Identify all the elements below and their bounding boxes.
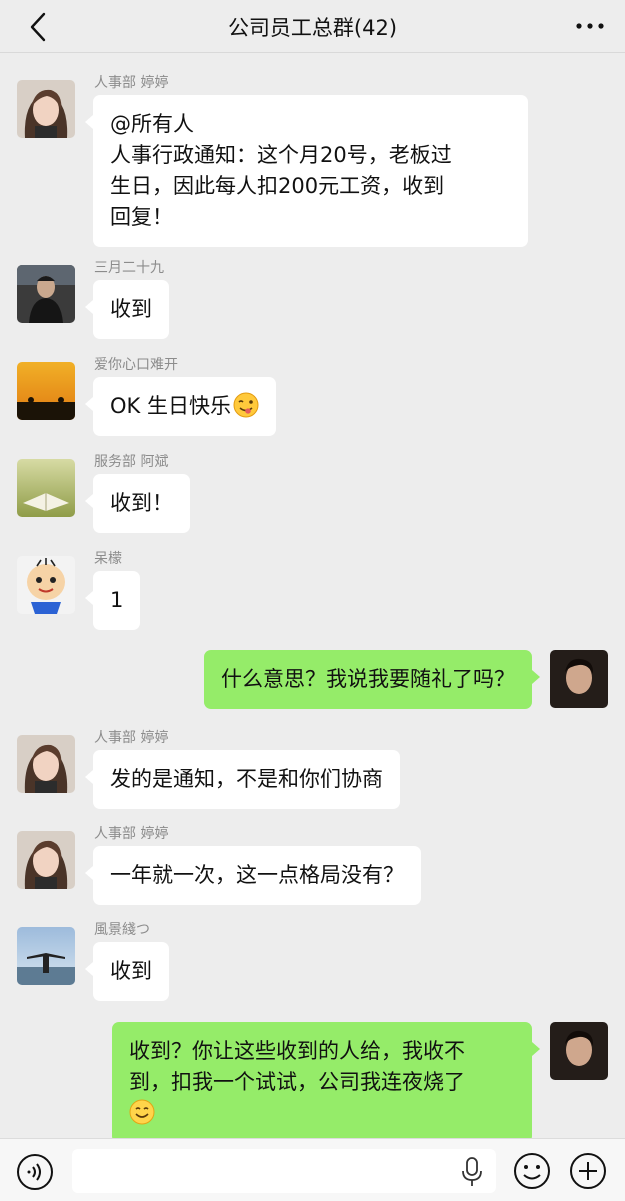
avatar-sunset[interactable] (17, 362, 75, 420)
message-bubble[interactable]: 收到！ (85, 474, 190, 533)
chat-message-list[interactable]: 人事部 婷婷 @所有人 人事行政通知：这个月20号，老板过 生日，因此每人扣20… (0, 53, 625, 1138)
avatar-sanyue[interactable] (17, 265, 75, 323)
sender-name: 人事部 婷婷 (94, 730, 169, 746)
sender-name: 人事部 婷婷 (94, 826, 169, 842)
microphone-icon[interactable] (460, 1157, 484, 1187)
sender-name: 爱你心口难开 (94, 357, 178, 373)
message-bubble[interactable]: 发的是通知，不是和你们协商 (85, 750, 400, 809)
avatar-me[interactable] (550, 650, 608, 708)
plus-icon[interactable] (568, 1151, 608, 1191)
voice-icon[interactable] (16, 1153, 54, 1191)
message-input[interactable] (72, 1149, 496, 1193)
message-bubble[interactable]: 收到？你让这些收到的人给，我收不 到，扣我一个试试，公司我连夜烧了 (112, 1022, 540, 1138)
message-bubble[interactable]: 收到 (85, 942, 169, 1001)
smile-emoji-icon (129, 1099, 155, 1125)
sender-name: 服务部 阿斌 (94, 454, 169, 470)
avatar-tingting[interactable] (17, 735, 75, 793)
input-bar (0, 1138, 625, 1201)
avatar-tingting[interactable] (17, 80, 75, 138)
message-bubble[interactable]: OK 生日快乐 (85, 377, 276, 436)
message-text: OK 生日快乐 (110, 394, 231, 418)
message-text: 收到？你让这些收到的人给，我收不 到，扣我一个试试，公司我连夜烧了 (129, 1039, 465, 1094)
avatar-book[interactable] (17, 459, 75, 517)
avatar-me[interactable] (550, 1022, 608, 1080)
avatar-tingting[interactable] (17, 831, 75, 889)
emoji-icon[interactable] (512, 1151, 552, 1191)
message-bubble[interactable]: @所有人 人事行政通知：这个月20号，老板过 生日，因此每人扣200元工资，收到… (85, 95, 528, 247)
message-bubble[interactable]: 什么意思？我说我要随礼了吗？ (204, 650, 540, 709)
avatar-cartoon[interactable] (17, 556, 75, 614)
message-bubble[interactable]: 1 (84, 571, 141, 630)
sender-name: 三月二十九 (94, 260, 164, 276)
sender-name: 風景綫つ (94, 922, 150, 938)
message-bubble[interactable]: 一年就一次，这一点格局没有？ (85, 846, 421, 905)
avatar-scenery[interactable] (17, 927, 75, 985)
chat-title: 公司员工总群(42) (227, 16, 398, 40)
nav-bar: 公司员工总群(42) (0, 0, 625, 53)
sender-name: 人事部 婷婷 (94, 75, 169, 91)
more-dots-icon[interactable] (573, 14, 607, 38)
message-bubble[interactable]: 收到 (85, 280, 169, 339)
wink-tongue-emoji-icon (233, 392, 259, 418)
sender-name: 呆檬 (94, 551, 122, 567)
